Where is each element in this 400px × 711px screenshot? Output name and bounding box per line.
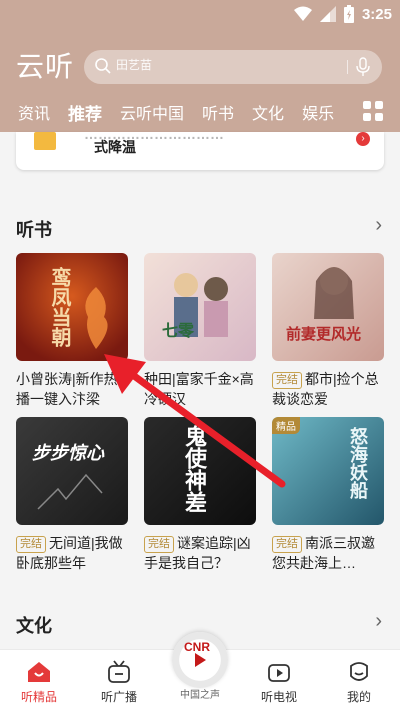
book-title: 完结 谜案追踪|凶手是我自己？: [144, 535, 251, 571]
tab-tuijian[interactable]: 推荐: [68, 100, 102, 125]
wifi-icon: [293, 6, 312, 21]
book-cover: 鬼使神差: [144, 417, 256, 525]
section-title-tingshu: 听书: [16, 220, 52, 240]
cover-title: 鬼使神差: [181, 425, 207, 513]
finished-badge: 完结: [144, 536, 174, 553]
status-icons: 3:25: [293, 5, 392, 23]
tab-yunting-china[interactable]: 云听中国: [120, 100, 184, 124]
book-cover: 前妻更风光: [272, 253, 384, 361]
book-cover: 七零: [144, 253, 256, 361]
nav-wode[interactable]: 我的: [324, 660, 394, 705]
play-icon: [195, 653, 206, 667]
profile-icon: [350, 662, 368, 681]
tab-wenhua[interactable]: 文化: [252, 100, 284, 124]
premium-tag: 精品: [272, 417, 300, 434]
search-input[interactable]: [116, 58, 336, 72]
book-card[interactable]: 鸾凤当朝 小曾张涛|新作热播一键入汴梁: [16, 253, 128, 409]
tab-tingshu[interactable]: 听书: [202, 100, 234, 124]
finished-badge: 完结: [272, 372, 302, 389]
section-more-wenhua[interactable]: ›: [375, 610, 382, 633]
book-cover: 精品 怒海妖船: [272, 417, 384, 525]
book-card[interactable]: 精品 怒海妖船 完结 南派三叔邀您共赴海上…: [272, 417, 384, 573]
book-card[interactable]: 鬼使神差 完结 谜案追踪|凶手是我自己？: [144, 417, 256, 573]
status-time: 3:25: [361, 5, 392, 23]
book-title: 完结 无间道|我做卧底那些年: [16, 535, 123, 571]
app-logo[interactable]: 云听: [16, 45, 74, 85]
cover-title: 前妻更风光: [286, 325, 362, 343]
document-icon: [34, 132, 56, 150]
category-tabs: 资讯 推荐 云听中国 听书 文化 娱乐: [0, 98, 360, 126]
book-title: 种田|富家千金×高冷硬汉: [144, 371, 254, 407]
book-cover: 鸾凤当朝: [16, 253, 128, 361]
section-more-tingshu[interactable]: ›: [375, 214, 382, 237]
tab-zixun[interactable]: 资讯: [18, 100, 50, 124]
book-card[interactable]: 前妻更风光 完结 都市|捡个总裁谈恋爱: [272, 253, 384, 409]
book-title: 完结 南派三叔邀您共赴海上…: [272, 535, 375, 571]
search-bar[interactable]: [84, 50, 382, 84]
woman-illustration: [314, 267, 354, 319]
finished-badge: 完结: [16, 536, 46, 553]
tv-icon: [268, 664, 290, 682]
tab-yule[interactable]: 娱乐: [302, 100, 334, 124]
chevron-right-icon[interactable]: ›: [356, 132, 370, 146]
news-banner[interactable]: ………………………… 式降温 ›: [16, 126, 384, 170]
home-icon: [28, 662, 50, 682]
battery-icon: [343, 5, 354, 23]
cover-title: 怒海妖船: [347, 427, 368, 499]
finished-badge: 完结: [272, 536, 302, 553]
radio-icon: [108, 660, 130, 683]
search-icon: [95, 58, 111, 74]
nav-tingguangbo[interactable]: 听广播: [84, 660, 154, 705]
cover-title: 步步惊心: [32, 443, 104, 464]
book-cover: 步步惊心: [16, 417, 128, 525]
crack-image: [37, 473, 103, 510]
cnr-play-button[interactable]: CNR: [172, 632, 228, 688]
phoenix-image: [85, 287, 108, 349]
book-title: 完结 都市|捡个总裁谈恋爱: [272, 371, 379, 407]
cover-title: 七零: [162, 321, 195, 340]
book-card[interactable]: 七零 种田|富家千金×高冷硬汉: [144, 253, 256, 409]
microphone-icon[interactable]: [356, 57, 370, 77]
nav-tingdianshi[interactable]: 听电视: [244, 660, 314, 705]
category-grid-icon[interactable]: [362, 100, 384, 122]
nav-tingjingpin[interactable]: 听精品: [4, 660, 74, 705]
status-bar: 3:25: [0, 0, 400, 30]
book-title: 小曾张涛|新作热播一键入汴梁: [16, 371, 118, 407]
header: 3:25 云听 资讯 推荐 云听中国 听书 文化 娱乐: [0, 0, 400, 132]
banner-line-2: 式降温: [94, 139, 136, 155]
search-divider: [347, 60, 348, 74]
cover-title: 鸾凤当朝: [48, 267, 72, 347]
book-card[interactable]: 步步惊心 完结 无间道|我做卧底那些年: [16, 417, 128, 573]
section-title-wenhua: 文化: [16, 616, 52, 636]
signal-icon: [319, 6, 336, 22]
